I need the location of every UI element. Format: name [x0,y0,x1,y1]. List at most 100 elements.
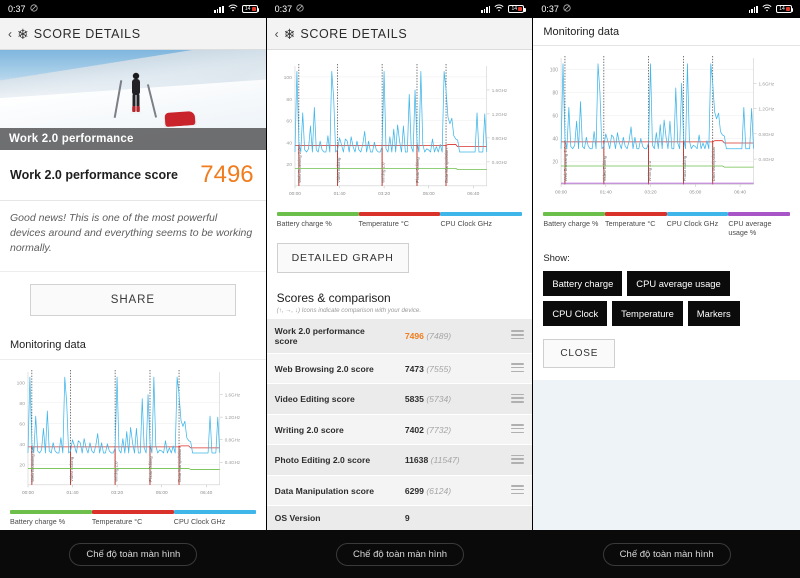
svg-text:100: 100 [550,68,559,74]
score-summary-row: Work 2.0 performance score 7496 [0,150,266,201]
legend-label: CPU Clock GHz [666,219,719,229]
row-menu-cell[interactable] [503,414,533,446]
table-row[interactable]: Web Browsing 2.0 score 7473 (7555) [266,353,533,385]
hamburger-icon[interactable] [511,422,525,436]
svg-text:05:00: 05:00 [156,489,168,495]
legend-label: Temperature °C [91,517,143,527]
svg-text:03:20: 03:20 [378,191,390,197]
panel3-background [533,380,800,530]
show-chip-markers[interactable]: Markers [687,301,740,327]
status-bar-1: 0:37 14 [0,0,266,18]
show-chip-temperature[interactable]: Temperature [612,301,683,327]
legend-swatch [358,211,441,216]
legend-item: CPU Clock GHz [173,510,256,526]
hamburger-icon[interactable] [511,391,525,405]
table-row[interactable]: Data Manipulation score 6299 (6124) [266,475,533,507]
show-options-section: Show: Battery charge CPU average usage CP… [533,243,800,381]
row-menu-cell[interactable] [503,383,533,415]
legend-swatch [276,211,359,216]
hamburger-icon[interactable] [511,361,525,375]
svg-text:0.4GHz: 0.4GHz [225,460,241,465]
table-row[interactable]: OS Version 9 [266,505,533,530]
svg-text:Data Manipulation: Data Manipulation [711,146,716,181]
svg-text:0.4GHz: 0.4GHz [759,157,775,162]
svg-text:06:40: 06:40 [200,489,212,495]
close-button[interactable]: CLOSE [543,339,616,369]
svg-text:03:20: 03:20 [111,489,123,495]
show-chip-battery-charge[interactable]: Battery charge [543,271,623,297]
fullscreen-mode-button-1[interactable]: Chế độ toàn màn hình [69,542,198,566]
snowflake-icon: ❄ [283,25,296,42]
table-row[interactable]: Photo Editing 2.0 score 11638 (11547) [266,444,533,476]
legend-swatch [666,212,729,217]
chart-legend-2: Battery charge % Temperature °C CPU Clock … [270,209,529,234]
svg-text:80: 80 [553,91,559,97]
svg-text:40: 40 [19,442,25,448]
row-menu-cell[interactable] [503,318,533,354]
table-row[interactable]: Video Editing score 5835 (5734) [266,383,533,415]
row-menu-cell[interactable] [503,444,533,476]
sled-icon [164,110,196,128]
back-chevron-icon[interactable]: ‹ [8,27,12,41]
svg-text:20: 20 [19,462,25,468]
svg-text:100: 100 [17,380,26,386]
legend-item: Battery charge % [276,211,359,228]
legend-label: Battery charge % [10,517,66,527]
battery-icon: 14 [508,5,526,13]
hamburger-icon[interactable] [511,452,525,466]
share-section: SHARE [0,271,266,330]
battery-icon: 14 [241,5,260,13]
score-label: Work 2.0 performance score [10,168,178,182]
score-row-value: 7473 (7555) [396,353,504,385]
legend-item: Battery charge % [543,212,605,237]
panel-detailed-graph-scores: 0:37 14 ‹ ❄ SCORE DETAILS 20 40 60 80 10… [266,0,534,530]
share-button[interactable]: SHARE [30,283,236,316]
back-chevron-icon[interactable]: ‹ [275,27,279,41]
svg-text:03:20: 03:20 [645,189,657,195]
svg-text:20: 20 [286,162,292,168]
hamburger-icon[interactable] [511,328,525,342]
panel-score-details-overview: 0:37 14 ‹ ❄ SCORE DETAILS Work 2.0 perfo… [0,0,267,530]
detailed-graph-button[interactable]: DETAILED GRAPH [276,242,409,273]
svg-text:01:40: 01:40 [600,189,612,195]
snowflake-icon: ❄ [17,25,29,42]
legend-item: Temperature °C [91,510,174,527]
show-chip-cpu-clock[interactable]: CPU Clock [543,301,608,327]
svg-text:Writing 2.0: Writing 2.0 [113,460,118,481]
svg-text:00:00: 00:00 [22,489,34,495]
fullscreen-mode-button-3[interactable]: Chế độ toàn màn hình [602,542,731,566]
score-row-value: 11638 (11547) [396,444,504,476]
svg-text:60: 60 [19,421,25,427]
svg-text:1.2GHz: 1.2GHz [225,415,241,420]
legend-item: Temperature °C [358,211,441,228]
legend-label: Temperature °C [604,219,656,229]
show-label: Show: [543,253,570,265]
table-row[interactable]: Work 2.0 performance score 7496 (7489) [266,318,533,354]
monitoring-chart-svg-2: 20 40 60 80 100 0.4GHz 0.8GHz 1.2GHz 1.6GHz 00:00… [270,58,529,210]
svg-text:Web Browsing 2.0: Web Browsing 2.0 [297,148,302,183]
show-chip-cpu-average-usage[interactable]: CPU average usage [627,271,730,297]
status-bar-3: 0:37 14 [533,0,800,18]
row-menu-cell[interactable] [503,353,533,385]
legend-swatch [543,212,605,217]
svg-text:80: 80 [19,401,25,407]
svg-text:Photo Editing: Photo Editing [415,157,420,183]
svg-text:60: 60 [553,114,559,120]
legend-item: CPU average usage % [728,212,790,237]
score-row-label: Web Browsing 2.0 score [266,353,397,385]
svg-text:40: 40 [553,137,559,143]
wifi-icon [762,4,772,14]
row-menu-cell[interactable] [503,475,533,507]
table-row[interactable]: Writing 2.0 score 7402 (7732) [266,414,533,446]
scores-table: Work 2.0 performance score 7496 (7489) Web… [266,318,533,530]
fullscreen-mode-button-2[interactable]: Chế độ toàn màn hình [336,542,465,566]
show-chip-row-1: Battery charge CPU average usage [543,271,790,297]
hamburger-icon[interactable] [511,483,525,497]
status-time: 0:37 [8,4,26,14]
status-time: 0:37 [274,4,293,14]
svg-text:01:40: 01:40 [333,191,345,197]
legend-item: CPU Clock GHz [666,212,729,237]
hero-caption: Work 2.0 performance [0,128,266,150]
legend-swatch [604,212,667,217]
bottom-navigation-bar: Chế độ toàn màn hình Chế độ toàn màn hìn… [0,530,800,578]
